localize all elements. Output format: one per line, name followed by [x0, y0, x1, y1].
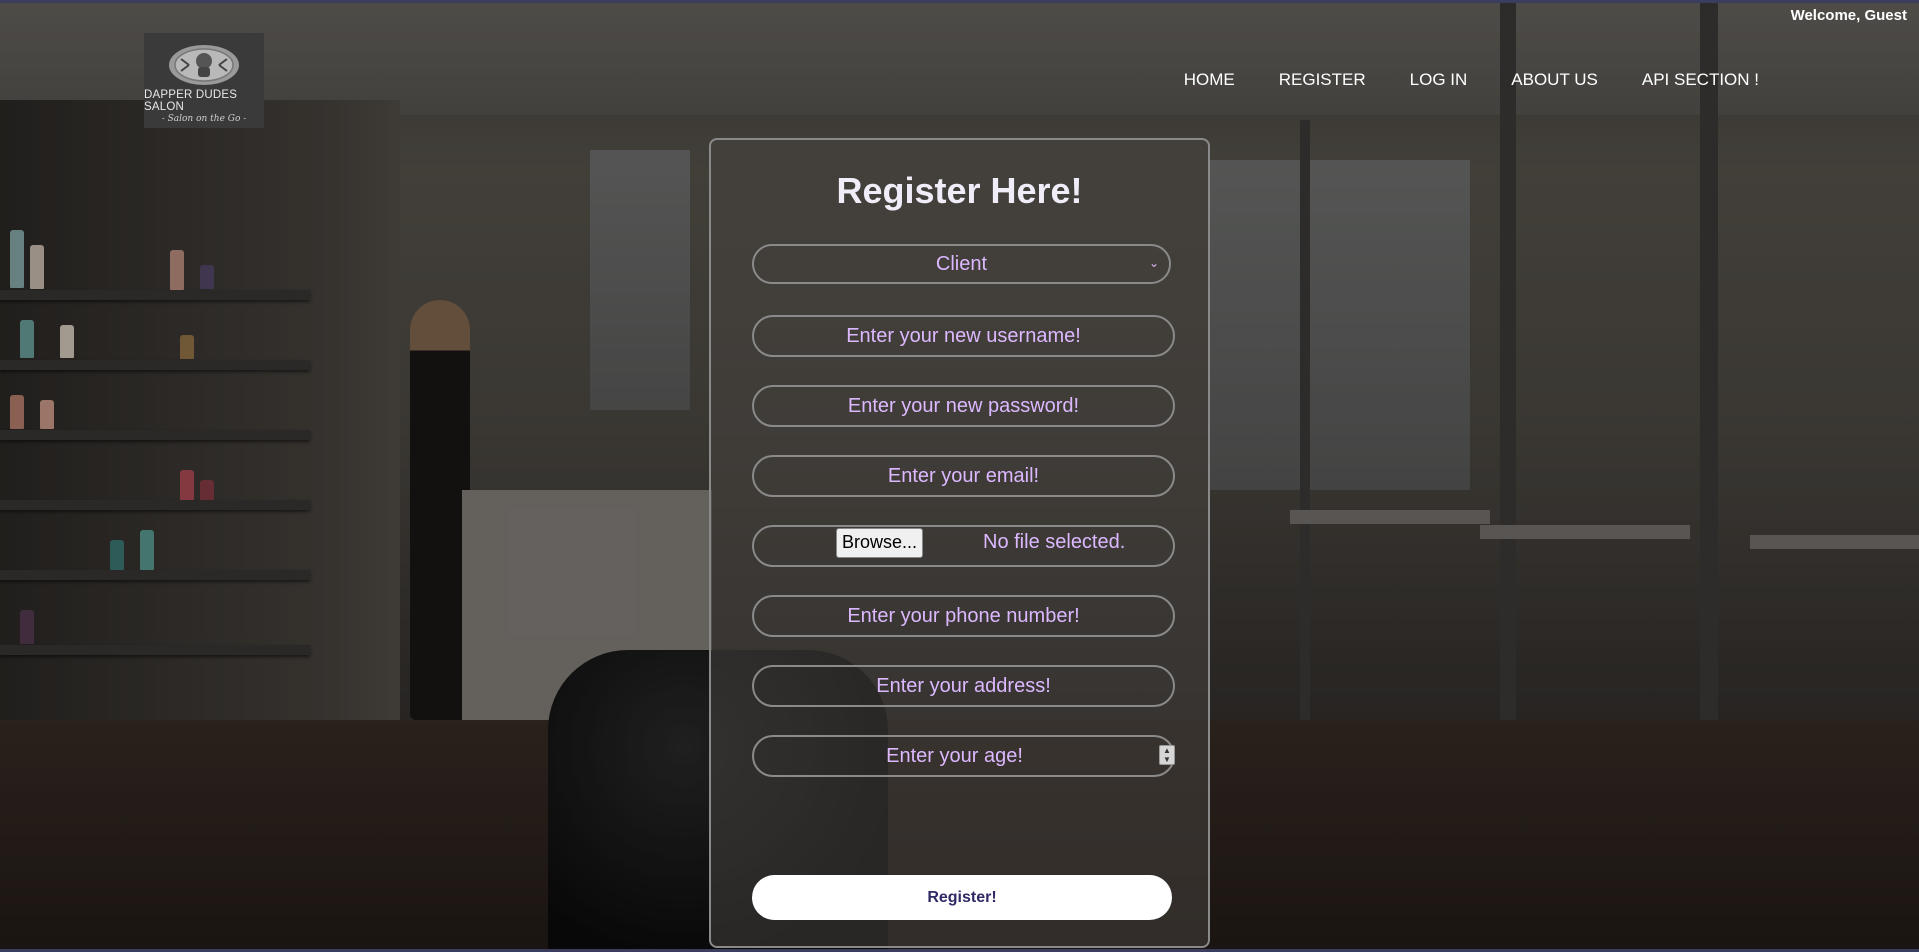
barber-emblem-icon [169, 45, 239, 85]
role-select-value: Client [935, 252, 988, 275]
password-input[interactable] [752, 385, 1175, 427]
logo-tagline: - Salon on the Go - [161, 114, 247, 124]
role-select[interactable]: Client ⌄ [752, 244, 1171, 284]
register-panel: Register Here! Client ⌄ Browse... No fil… [709, 138, 1210, 948]
number-spinner-icon[interactable]: ▲ ▼ [1159, 745, 1175, 765]
username-input[interactable] [752, 315, 1175, 357]
file-status-text: No file selected. [983, 531, 1126, 553]
age-field-wrapper: ▲▼ [711, 735, 1208, 777]
logo-name: DAPPER DUDES SALON [144, 89, 238, 113]
nav-register[interactable]: REGISTER [1279, 70, 1366, 90]
file-upload-field: Browse... No file selected. [752, 525, 1175, 567]
browse-button[interactable]: Browse... [836, 528, 924, 558]
age-input[interactable] [752, 735, 1175, 777]
top-accent-line [0, 0, 1919, 3]
welcome-text: Welcome, Guest [1790, 7, 1907, 24]
address-input[interactable] [752, 665, 1175, 707]
main-nav: HOME REGISTER LOG IN ABOUT US API SECTIO… [1140, 70, 1759, 90]
nav-about-us[interactable]: ABOUT US [1511, 70, 1598, 90]
email-input[interactable] [752, 455, 1175, 497]
phone-input[interactable] [752, 595, 1175, 637]
nav-home[interactable]: HOME [1184, 70, 1235, 90]
salon-logo[interactable]: DAPPER DUDES SALON - Salon on the Go - [144, 33, 264, 128]
chevron-down-icon: ⌄ [1148, 256, 1159, 270]
nav-api-section[interactable]: API SECTION ! [1642, 70, 1759, 90]
register-submit-button[interactable]: Register! [752, 875, 1172, 920]
register-title: Register Here! [836, 170, 1083, 211]
nav-log-in[interactable]: LOG IN [1410, 70, 1468, 90]
